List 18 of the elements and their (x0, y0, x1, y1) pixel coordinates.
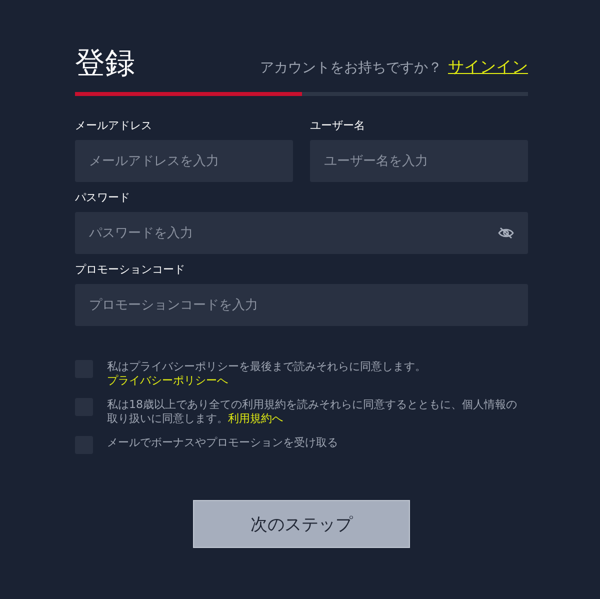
field-label: ユーザー名 (310, 118, 366, 134)
password-field[interactable]: パスワードを入力 (75, 212, 528, 254)
eye-slash-icon[interactable] (498, 227, 514, 239)
text-field[interactable]: メールアドレスを入力 (75, 140, 293, 182)
sign-in-link[interactable]: サインイン (448, 57, 528, 78)
next-step-button[interactable]: 次のステップ (193, 500, 410, 548)
terms-link[interactable]: プライバシーポリシーへ (107, 374, 228, 387)
text-field[interactable]: プロモーションコードを入力 (75, 284, 528, 326)
field-label: メールアドレス (75, 118, 153, 134)
page-title: 登録 (75, 46, 135, 82)
consent-text: 私はプライバシーポリシーを最後まで読みそれらに同意します。 プライバシーポリシーへ (107, 360, 427, 388)
text-field[interactable]: ユーザー名を入力 (310, 140, 528, 182)
account-prompt: アカウントをお持ちですか？ (260, 59, 442, 77)
consent-text: 私は18歳以上であり全ての利用規約を読みそれらに同意するとともに、個人情報の取り扱いに同意します。利用規約へ (107, 398, 518, 426)
terms-link[interactable]: 利用規約へ (228, 412, 283, 425)
field-label: プロモーションコード (75, 262, 186, 278)
field-label: パスワード (75, 190, 131, 206)
consent-text: メールでボーナスやプロモーションを受け取る (107, 436, 339, 450)
